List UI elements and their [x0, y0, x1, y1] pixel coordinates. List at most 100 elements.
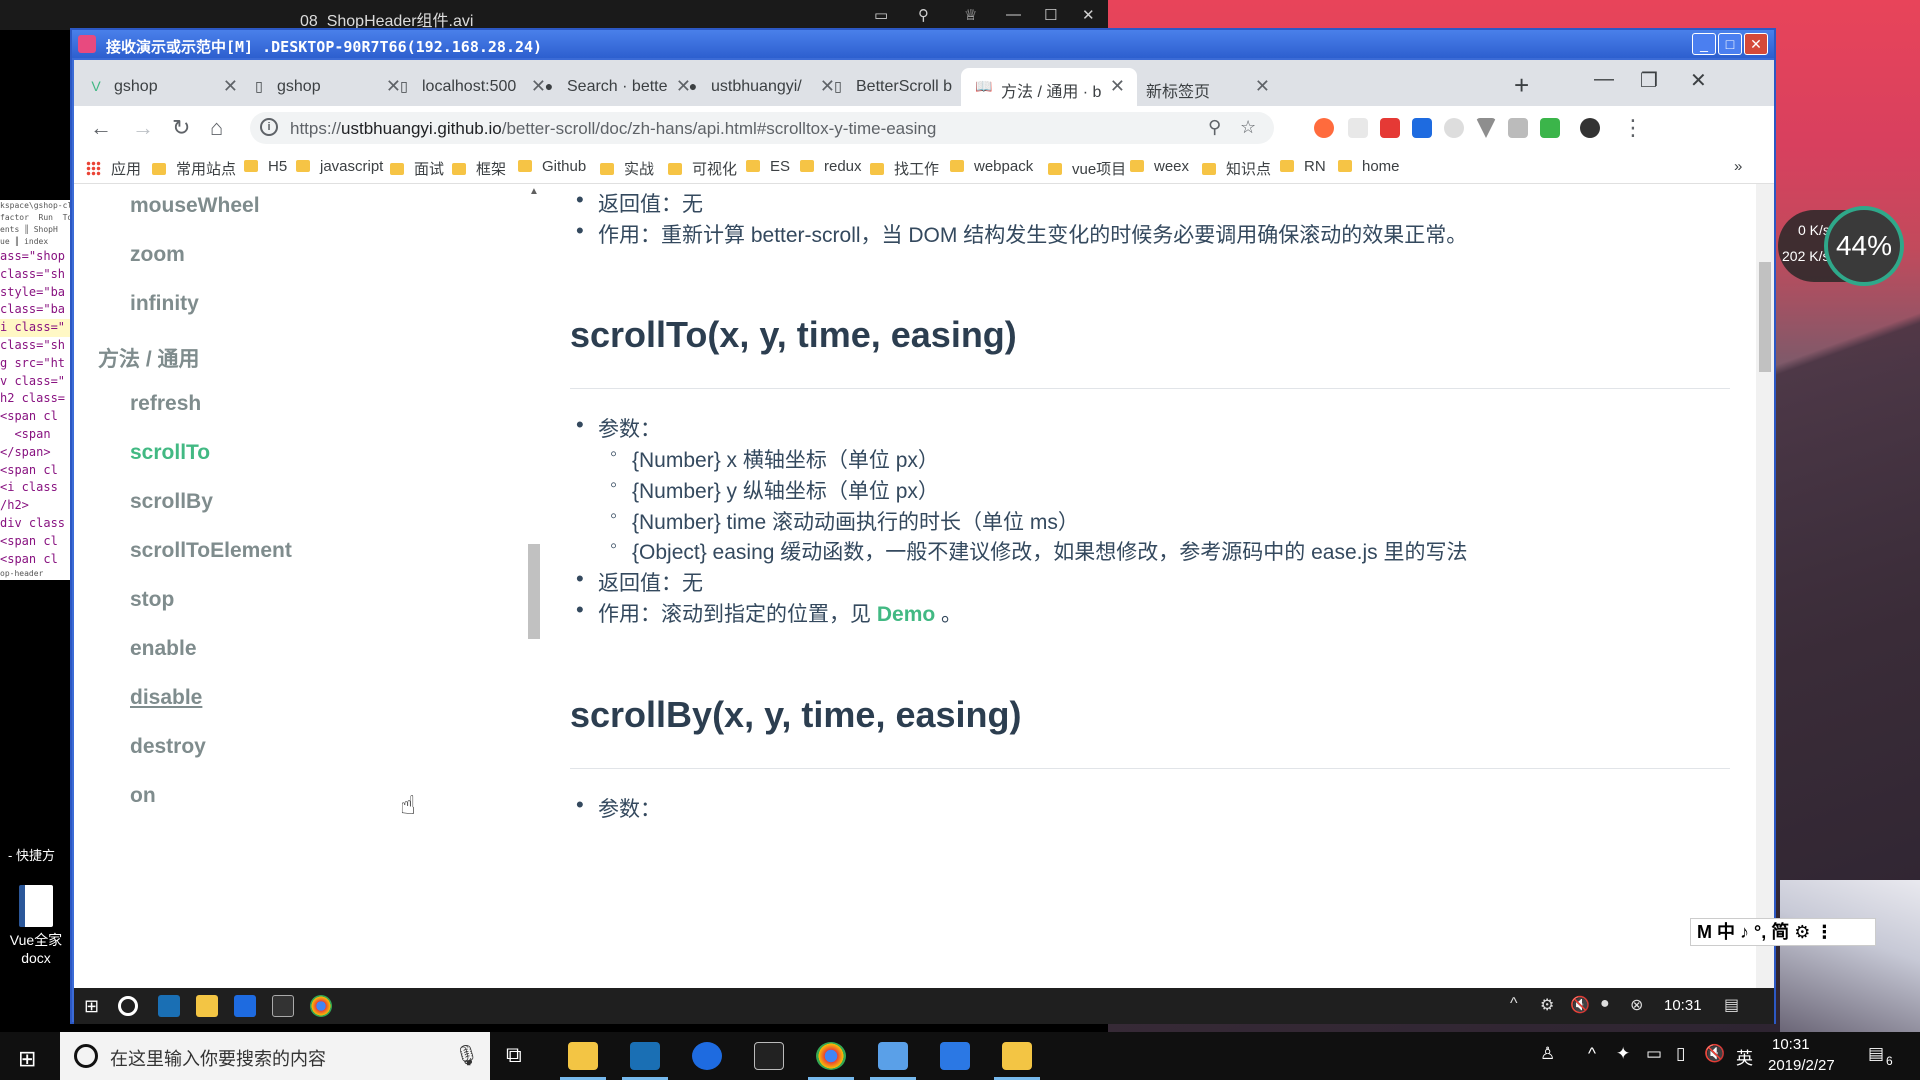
bookmark-item[interactable]: Github — [518, 158, 586, 175]
sidebar-item[interactable]: scrollToElement — [130, 539, 292, 563]
bookmark-item[interactable]: home — [1338, 158, 1400, 175]
remote-desktop-icon[interactable] — [878, 1042, 908, 1070]
remote-tray-volume-icon[interactable]: 🔇 — [1570, 995, 1590, 1015]
bookmark-item[interactable]: 找工作 — [870, 158, 939, 179]
pin-icon[interactable]: ⚲ — [918, 6, 929, 24]
explorer-folder-icon[interactable] — [1002, 1042, 1032, 1070]
extension-icon-1[interactable] — [1314, 118, 1334, 138]
info-icon[interactable]: i — [260, 118, 278, 136]
bookmark-item[interactable]: H5 — [244, 158, 287, 175]
remote-cortana-icon[interactable] — [118, 996, 138, 1016]
remote-explorer-icon[interactable] — [196, 995, 218, 1017]
remote-terminal-icon[interactable] — [272, 995, 294, 1017]
bookmark-item[interactable]: 知识点 — [1202, 158, 1271, 179]
office-app-icon[interactable] — [940, 1042, 970, 1070]
sidebar-scroll-thumb[interactable] — [528, 544, 540, 639]
remote-chrome-icon[interactable] — [310, 995, 332, 1017]
remote-close-button[interactable]: ✕ — [1744, 33, 1768, 55]
maximize-icon[interactable]: ☐ — [1044, 6, 1057, 24]
microphone-icon[interactable]: 🎙 — [454, 1043, 479, 1068]
tab[interactable]: Vgshop ✕ — [74, 68, 250, 106]
file-explorer-icon[interactable] — [568, 1042, 598, 1070]
browser-minimize-icon[interactable]: — — [1594, 68, 1614, 91]
section-heading-scrollto[interactable]: scrollTo(x, y, time, easing) — [570, 314, 1017, 356]
bookmark-item[interactable]: 常用站点 — [152, 158, 236, 179]
zoom-icon[interactable]: ⚲ — [1208, 117, 1221, 138]
volume-icon[interactable]: 🔇 — [1704, 1044, 1725, 1064]
profile-avatar[interactable] — [1580, 118, 1600, 138]
remote-start-icon[interactable]: ⊞ — [84, 995, 106, 1017]
people-icon[interactable]: ♙ — [1540, 1044, 1555, 1064]
remote-notification-icon[interactable]: ▤ — [1724, 995, 1739, 1015]
cors-extension-icon[interactable] — [1540, 118, 1560, 138]
bookmark-star-icon[interactable]: ☆ — [1240, 117, 1256, 138]
sidebar-item[interactable]: on — [130, 784, 156, 808]
sidebar-item[interactable]: refresh — [130, 392, 201, 416]
browser-restore-icon[interactable]: ❐ — [1640, 68, 1658, 93]
desktop-file-vue-doc[interactable]: Vue全家 docx — [6, 885, 66, 967]
extension-icon-4[interactable] — [1412, 118, 1432, 138]
extension-icon-3[interactable] — [1380, 118, 1400, 138]
terminal-icon[interactable] — [754, 1042, 784, 1070]
browser-close-icon[interactable]: ✕ — [1690, 68, 1707, 93]
extension-icon-2[interactable] — [1348, 118, 1368, 138]
taskbar-search[interactable]: 在这里输入你要搜索的内容 🎙 — [60, 1032, 490, 1080]
extension-icon-7[interactable] — [1508, 118, 1528, 138]
close-icon[interactable]: ✕ — [1082, 6, 1095, 24]
bookmarks-more-icon[interactable]: » — [1734, 158, 1742, 175]
remote-tray-app-icon[interactable]: ● — [1600, 995, 1610, 1013]
sidebar-item[interactable]: stop — [130, 588, 174, 612]
start-icon[interactable]: ⊞ — [18, 1046, 36, 1072]
sidebar-scrollbar[interactable]: ▲ ▼ — [526, 184, 542, 1014]
sidebar-item[interactable]: infinity — [130, 292, 199, 316]
sidebar-item-hover[interactable]: disable — [130, 686, 202, 710]
url-text[interactable]: https://ustbhuangyi.github.io/better-scr… — [290, 119, 936, 139]
bookmark-item[interactable]: 实战 — [600, 158, 654, 179]
browser-w-icon[interactable] — [692, 1042, 722, 1070]
remote-tray-close-icon[interactable]: ⊗ — [1630, 995, 1643, 1015]
remote-maximize-button[interactable]: □ — [1718, 33, 1742, 55]
remote-browser-icon[interactable] — [234, 995, 256, 1017]
remote-tray-network-icon[interactable]: ⚙ — [1540, 995, 1554, 1015]
remote-tray-chevron-icon[interactable]: ^ — [1510, 995, 1518, 1013]
forward-icon[interactable]: → — [132, 115, 154, 141]
page-scroll-thumb[interactable] — [1759, 262, 1771, 372]
minimize-icon[interactable]: — — [1006, 6, 1021, 23]
bookmark-item[interactable]: 面试 — [390, 158, 444, 179]
address-bar[interactable]: i https://ustbhuangyi.github.io/better-s… — [250, 112, 1274, 144]
sidebar-item[interactable]: mouseWheel — [130, 194, 260, 218]
page-scrollbar[interactable] — [1756, 184, 1774, 1014]
bookmark-item[interactable]: redux — [800, 158, 862, 175]
network-icon[interactable]: ▯ — [1676, 1044, 1685, 1064]
bookmark-item[interactable]: weex — [1130, 158, 1189, 175]
new-tab-button[interactable]: + — [1514, 70, 1529, 101]
skin-icon[interactable]: ♕ — [964, 6, 977, 24]
sidebar-group-title[interactable]: 方法 / 通用 — [98, 343, 200, 373]
tab-close-icon[interactable]: ✕ — [1255, 76, 1270, 97]
battery-icon[interactable]: ▭ — [1646, 1044, 1662, 1064]
back-icon[interactable]: ← — [90, 115, 112, 141]
memory-gauge[interactable]: 44% — [1824, 206, 1904, 286]
vue-devtools-icon[interactable] — [1476, 118, 1496, 138]
chrome-icon[interactable] — [816, 1042, 846, 1070]
bookmark-item[interactable]: RN — [1280, 158, 1326, 175]
section-heading-scrollby[interactable]: scrollBy(x, y, time, easing) — [570, 694, 1022, 736]
menu-icon[interactable]: ⋮ — [1622, 115, 1644, 141]
task-view-icon[interactable]: ⧉ — [506, 1042, 536, 1070]
sidebar-item[interactable]: scrollBy — [130, 490, 213, 514]
scroll-up-icon[interactable]: ▲ — [529, 186, 539, 197]
demo-link[interactable]: Demo — [877, 603, 935, 626]
bookmark-item[interactable]: 应用 — [86, 158, 141, 179]
bookmark-item[interactable]: 可视化 — [668, 158, 737, 179]
remote-webstorm-icon[interactable] — [158, 995, 180, 1017]
extension-icon-5[interactable] — [1444, 118, 1464, 138]
tab[interactable]: 新标签页 ✕ — [1106, 68, 1282, 106]
clock-time[interactable]: 10:31 — [1772, 1036, 1810, 1053]
tray-chevron-icon[interactable]: ^ — [1588, 1044, 1596, 1064]
bookmark-item[interactable]: vue项目 — [1048, 158, 1126, 179]
sidebar-item[interactable]: enable — [130, 637, 197, 661]
notification-icon[interactable]: ▤ — [1868, 1044, 1884, 1064]
sidebar-item-active[interactable]: scrollTo — [130, 441, 210, 465]
reload-icon[interactable]: ↻ — [172, 115, 190, 141]
bookmark-item[interactable]: ES — [746, 158, 790, 175]
